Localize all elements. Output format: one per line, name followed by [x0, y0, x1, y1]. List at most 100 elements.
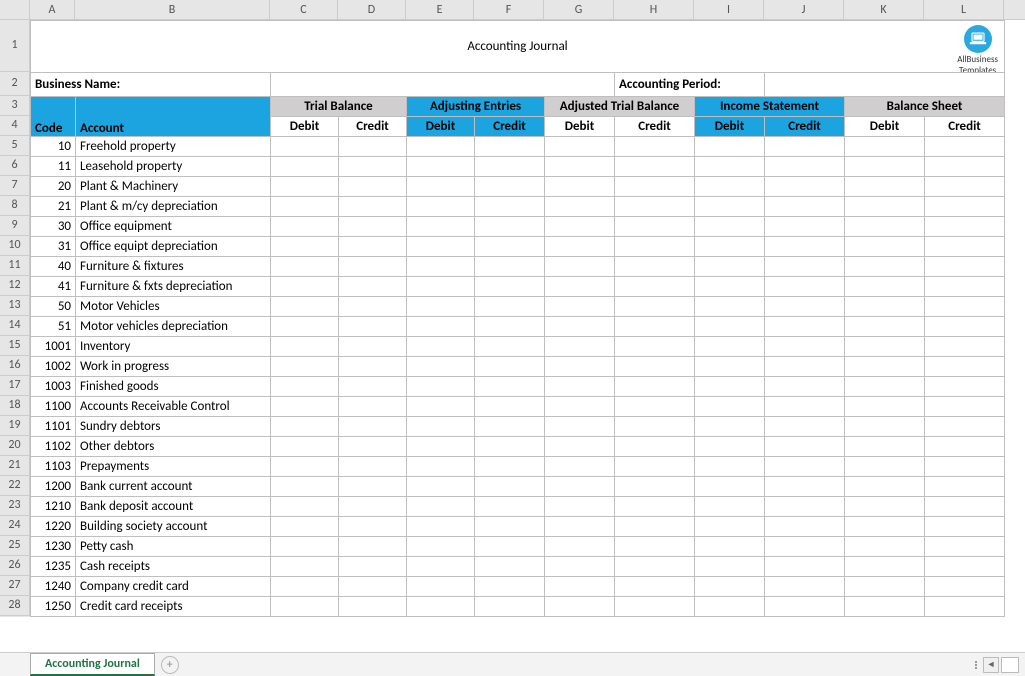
- value-cell[interactable]: [339, 457, 407, 477]
- row-header-6[interactable]: 6: [0, 156, 30, 176]
- value-cell[interactable]: [925, 397, 1005, 417]
- value-cell[interactable]: [615, 497, 695, 517]
- value-cell[interactable]: [695, 557, 765, 577]
- account-cell[interactable]: Plant & m/cy depreciation: [76, 197, 271, 217]
- value-cell[interactable]: [925, 177, 1005, 197]
- value-cell[interactable]: [695, 157, 765, 177]
- value-cell[interactable]: [407, 297, 475, 317]
- value-cell[interactable]: [339, 257, 407, 277]
- value-cell[interactable]: [765, 477, 845, 497]
- value-cell[interactable]: [695, 437, 765, 457]
- value-cell[interactable]: [845, 457, 925, 477]
- value-cell[interactable]: [475, 157, 545, 177]
- value-cell[interactable]: [407, 357, 475, 377]
- col-header-F[interactable]: F: [474, 0, 544, 19]
- row-header-27[interactable]: 27: [0, 576, 30, 596]
- code-cell[interactable]: 1220: [31, 517, 76, 537]
- code-cell[interactable]: 1001: [31, 337, 76, 357]
- value-cell[interactable]: [271, 317, 339, 337]
- value-cell[interactable]: [271, 177, 339, 197]
- value-cell[interactable]: [615, 337, 695, 357]
- row-header-3[interactable]: 3: [0, 96, 30, 116]
- code-cell[interactable]: 20: [31, 177, 76, 197]
- value-cell[interactable]: [407, 137, 475, 157]
- value-cell[interactable]: [339, 557, 407, 577]
- value-cell[interactable]: [925, 297, 1005, 317]
- value-cell[interactable]: [845, 297, 925, 317]
- resize-grip-icon[interactable]: [975, 661, 981, 669]
- value-cell[interactable]: [615, 417, 695, 437]
- value-cell[interactable]: [475, 277, 545, 297]
- cells-area[interactable]: Accounting JournalAllBusinessTemplatesBu…: [30, 20, 1005, 617]
- value-cell[interactable]: [339, 237, 407, 257]
- value-cell[interactable]: [845, 437, 925, 457]
- value-cell[interactable]: [271, 557, 339, 577]
- value-cell[interactable]: [845, 477, 925, 497]
- value-cell[interactable]: [475, 177, 545, 197]
- value-cell[interactable]: [545, 597, 615, 617]
- value-cell[interactable]: [545, 197, 615, 217]
- value-cell[interactable]: [615, 197, 695, 217]
- value-cell[interactable]: [695, 257, 765, 277]
- account-cell[interactable]: Prepayments: [76, 457, 271, 477]
- value-cell[interactable]: [765, 337, 845, 357]
- row-header-26[interactable]: 26: [0, 556, 30, 576]
- value-cell[interactable]: [615, 437, 695, 457]
- code-cell[interactable]: 1003: [31, 377, 76, 397]
- account-cell[interactable]: Accounts Receivable Control: [76, 397, 271, 417]
- value-cell[interactable]: [695, 237, 765, 257]
- value-cell[interactable]: [339, 437, 407, 457]
- row-header-23[interactable]: 23: [0, 496, 30, 516]
- value-cell[interactable]: [765, 177, 845, 197]
- value-cell[interactable]: [545, 317, 615, 337]
- value-cell[interactable]: [925, 437, 1005, 457]
- value-cell[interactable]: [339, 297, 407, 317]
- value-cell[interactable]: [845, 377, 925, 397]
- value-cell[interactable]: [339, 397, 407, 417]
- row-header-7[interactable]: 7: [0, 176, 30, 196]
- value-cell[interactable]: [765, 317, 845, 337]
- row-header-16[interactable]: 16: [0, 356, 30, 376]
- code-cell[interactable]: 1235: [31, 557, 76, 577]
- value-cell[interactable]: [407, 397, 475, 417]
- value-cell[interactable]: [545, 457, 615, 477]
- value-cell[interactable]: [695, 217, 765, 237]
- value-cell[interactable]: [339, 337, 407, 357]
- value-cell[interactable]: [271, 217, 339, 237]
- value-cell[interactable]: [845, 537, 925, 557]
- value-cell[interactable]: [407, 337, 475, 357]
- value-cell[interactable]: [615, 457, 695, 477]
- value-cell[interactable]: [475, 297, 545, 317]
- row-header-1[interactable]: 1: [0, 20, 30, 72]
- value-cell[interactable]: [925, 477, 1005, 497]
- value-cell[interactable]: [925, 557, 1005, 577]
- sheet-tab-active[interactable]: Accounting Journal: [30, 653, 155, 676]
- select-all-corner[interactable]: [0, 0, 30, 19]
- value-cell[interactable]: [475, 417, 545, 437]
- value-cell[interactable]: [407, 517, 475, 537]
- value-cell[interactable]: [695, 457, 765, 477]
- value-cell[interactable]: [845, 197, 925, 217]
- value-cell[interactable]: [695, 177, 765, 197]
- account-cell[interactable]: Sundry debtors: [76, 417, 271, 437]
- value-cell[interactable]: [765, 457, 845, 477]
- col-header-I[interactable]: I: [694, 0, 764, 19]
- value-cell[interactable]: [475, 137, 545, 157]
- value-cell[interactable]: [765, 237, 845, 257]
- value-cell[interactable]: [765, 417, 845, 437]
- value-cell[interactable]: [475, 217, 545, 237]
- value-cell[interactable]: [339, 177, 407, 197]
- value-cell[interactable]: [545, 577, 615, 597]
- value-cell[interactable]: [271, 297, 339, 317]
- account-cell[interactable]: Company credit card: [76, 577, 271, 597]
- code-cell[interactable]: 50: [31, 297, 76, 317]
- col-header-D[interactable]: D: [338, 0, 406, 19]
- account-cell[interactable]: Plant & Machinery: [76, 177, 271, 197]
- value-cell[interactable]: [545, 417, 615, 437]
- value-cell[interactable]: [845, 237, 925, 257]
- value-cell[interactable]: [615, 377, 695, 397]
- row-header-28[interactable]: 28: [0, 596, 30, 616]
- value-cell[interactable]: [925, 577, 1005, 597]
- value-cell[interactable]: [615, 137, 695, 157]
- value-cell[interactable]: [695, 337, 765, 357]
